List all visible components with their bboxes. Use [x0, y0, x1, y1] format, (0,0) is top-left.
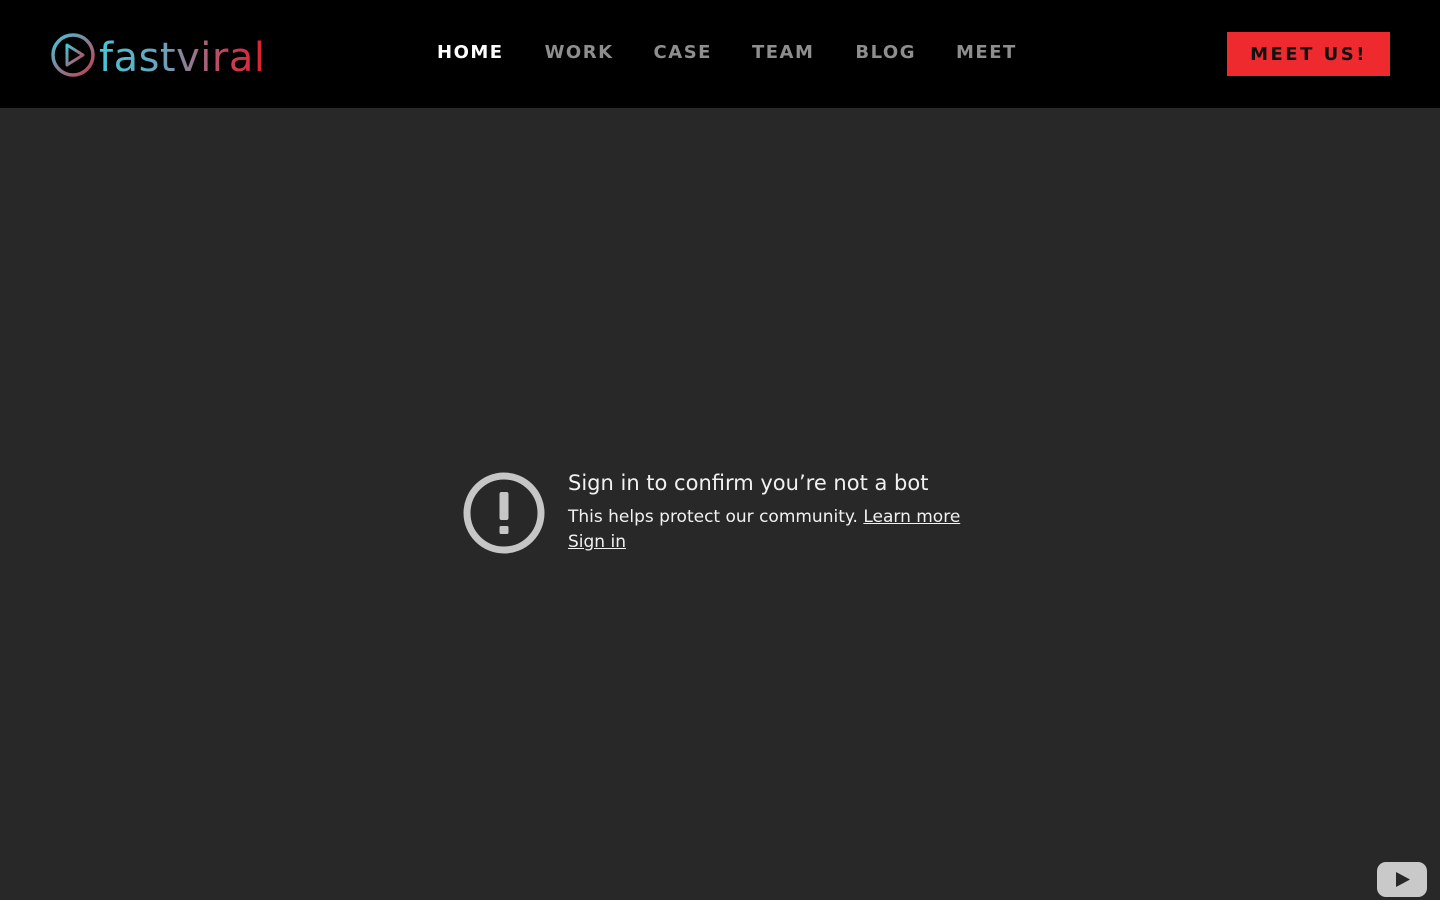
brand-logo[interactable]: fastviral: [50, 31, 266, 81]
nav-item-work[interactable]: WORK: [545, 38, 614, 68]
bot-check-message-line: This helps protect our community. Learn …: [568, 505, 960, 529]
site-header: fastviral HOME WORK CASE TEAM BLOG MEET …: [0, 0, 1440, 108]
sign-in-link[interactable]: Sign in: [568, 530, 626, 554]
nav-item-case[interactable]: CASE: [654, 38, 712, 68]
play-circle-icon: [51, 33, 95, 77]
alert-circle-icon: [463, 472, 545, 554]
brand-name: fastviral: [99, 35, 266, 81]
meet-us-button[interactable]: MEET US!: [1227, 32, 1390, 76]
nav-item-meet[interactable]: MEET: [956, 38, 1017, 68]
bot-check-title: Sign in to confirm you’re not a bot: [568, 471, 929, 495]
nav-item-home[interactable]: HOME: [437, 38, 504, 68]
nav-item-team[interactable]: TEAM: [752, 38, 814, 68]
bot-check-message: This helps protect our community.: [568, 507, 858, 527]
video-embed-area: [0, 108, 1440, 900]
nav-item-blog[interactable]: BLOG: [855, 38, 916, 68]
youtube-logo-icon[interactable]: [1377, 862, 1427, 897]
main-nav: HOME WORK CASE TEAM BLOG MEET: [437, 38, 1017, 68]
learn-more-link[interactable]: Learn more: [863, 507, 960, 527]
